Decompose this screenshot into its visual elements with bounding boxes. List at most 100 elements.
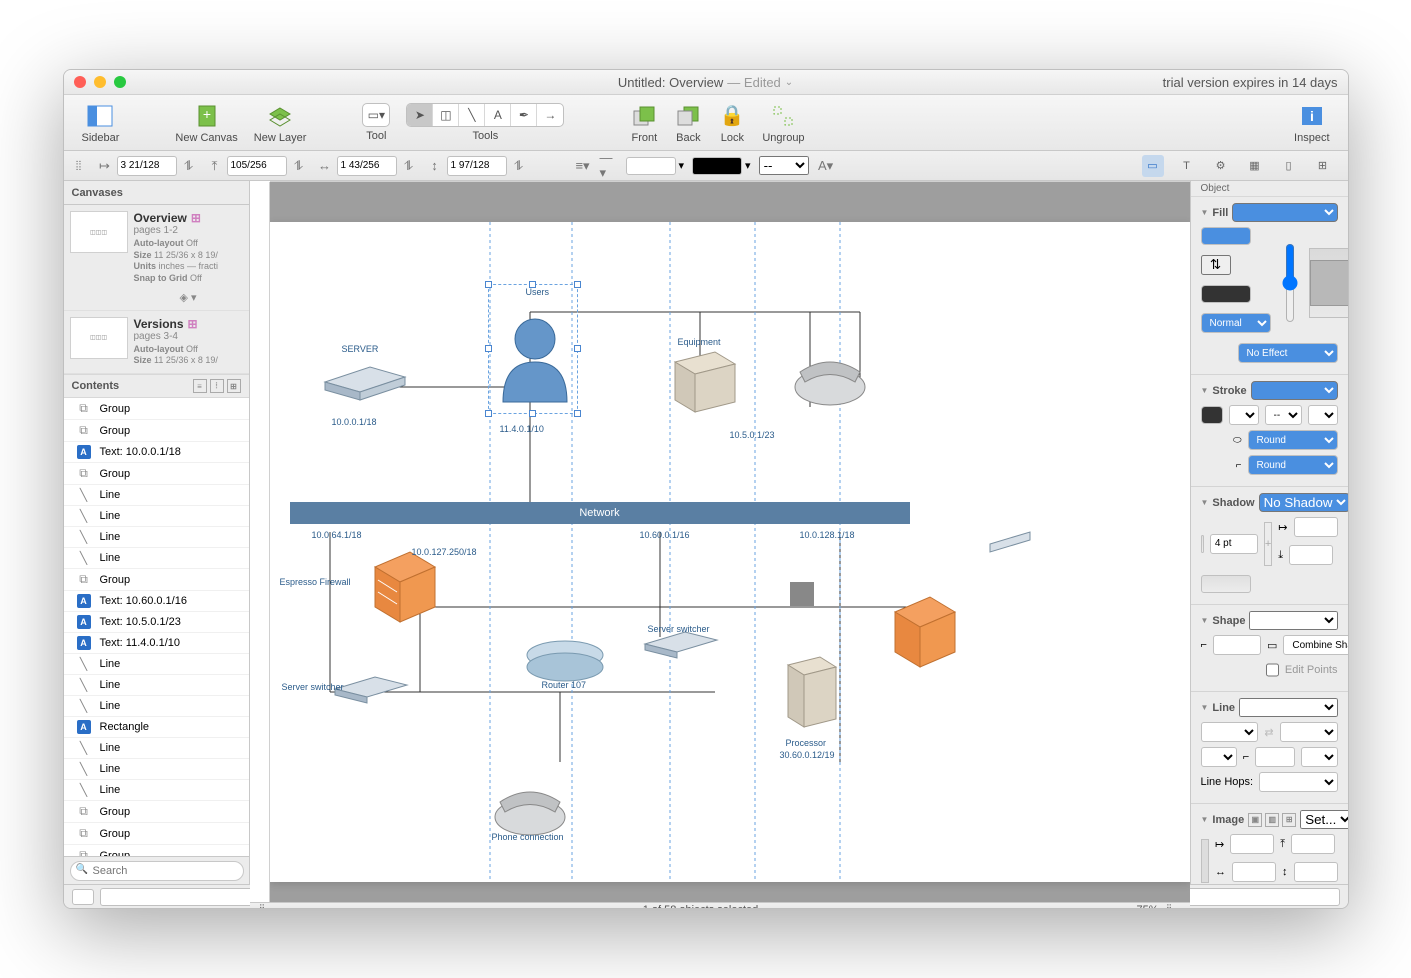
stroke-dash-select[interactable]: -- bbox=[1265, 405, 1302, 425]
canvas-item[interactable]: ◫◫◫ Versions ⊞pages 3-4 Auto-layout OffS… bbox=[64, 311, 249, 374]
line-end[interactable] bbox=[1280, 722, 1338, 742]
contents-item[interactable]: ╲Line bbox=[64, 506, 249, 527]
swap-colors-button[interactable]: ⇅ bbox=[1201, 255, 1231, 275]
properties-tab[interactable]: ⚙ bbox=[1210, 155, 1232, 177]
fill-type-select[interactable] bbox=[1232, 203, 1337, 222]
doc-tab[interactable]: ▯ bbox=[1278, 155, 1300, 177]
search-input[interactable] bbox=[70, 861, 244, 881]
shadow-blur-input[interactable] bbox=[1210, 534, 1258, 554]
contents-item[interactable]: AText: 11.4.0.1/10 bbox=[64, 633, 249, 654]
new-layer-button[interactable]: New Layer bbox=[254, 102, 307, 144]
w-input[interactable] bbox=[337, 156, 397, 176]
shadow-opacity[interactable] bbox=[1201, 575, 1251, 593]
shape-tool[interactable]: ◫ bbox=[433, 104, 459, 126]
y-input[interactable] bbox=[227, 156, 287, 176]
contents-list[interactable]: ⧉Group⧉GroupAText: 10.0.0.1/18⧉Group╲Lin… bbox=[64, 398, 249, 856]
img-x[interactable] bbox=[1230, 834, 1274, 854]
line-curve[interactable] bbox=[1255, 747, 1295, 767]
contents-item[interactable]: ╲Line bbox=[64, 548, 249, 569]
edit-points-check[interactable] bbox=[1266, 660, 1279, 680]
contents-item[interactable]: ⧉Group bbox=[64, 420, 249, 442]
contents-item[interactable]: ⧉Group bbox=[64, 845, 249, 856]
line-dash-icon[interactable]: —▾ bbox=[600, 157, 618, 175]
footer-well[interactable] bbox=[72, 889, 94, 905]
grid-tab[interactable]: ⊞ bbox=[1312, 155, 1334, 177]
contents-item[interactable]: ╲Line bbox=[64, 527, 249, 548]
front-button[interactable]: Front bbox=[630, 102, 658, 144]
image-well[interactable] bbox=[1201, 839, 1210, 883]
contents-item[interactable]: ╲Line bbox=[64, 696, 249, 717]
contents-item[interactable]: ⧉Group bbox=[64, 463, 249, 485]
img-stretch-icon[interactable]: ▥ bbox=[1265, 813, 1279, 827]
line-start[interactable] bbox=[1201, 722, 1259, 742]
contents-item[interactable]: ⧉Group bbox=[64, 398, 249, 420]
line-arrow-end[interactable] bbox=[1301, 747, 1337, 767]
x-input[interactable] bbox=[117, 156, 177, 176]
contents-item[interactable]: ╲Line bbox=[64, 738, 249, 759]
line-hops-select[interactable] bbox=[1259, 772, 1337, 792]
shadow-mode-select[interactable]: No Shadow bbox=[1259, 493, 1348, 512]
contents-item[interactable]: ╲Line bbox=[64, 654, 249, 675]
pointer-tool[interactable]: ➤ bbox=[407, 104, 433, 126]
stroke-width-select[interactable]: ≡ bbox=[1229, 405, 1259, 425]
fill-color-1[interactable] bbox=[1201, 227, 1251, 245]
effect-select[interactable]: No Effect bbox=[1238, 343, 1338, 363]
shadow-y[interactable] bbox=[1289, 545, 1333, 565]
canvas-page[interactable]: Network SERVER 10.0.0.1/18 Users 11.4.0.… bbox=[270, 222, 1190, 882]
selection-handles[interactable] bbox=[488, 284, 578, 414]
pen-tool[interactable]: ✒ bbox=[511, 104, 537, 126]
shadow-x[interactable] bbox=[1294, 517, 1338, 537]
stroke-color[interactable] bbox=[1201, 406, 1223, 424]
text-tool[interactable]: A bbox=[485, 104, 511, 126]
line-arrow-start[interactable] bbox=[1201, 747, 1237, 767]
contents-item[interactable]: ARectangle bbox=[64, 717, 249, 738]
contents-item[interactable]: ╲Line bbox=[64, 759, 249, 780]
new-canvas-button[interactable]: + New Canvas bbox=[175, 102, 237, 144]
zoom-icon[interactable] bbox=[114, 76, 126, 88]
shape-preset[interactable] bbox=[1249, 611, 1337, 630]
blend-select[interactable]: Normal bbox=[1201, 313, 1271, 333]
expand-tool[interactable]: → bbox=[537, 104, 563, 126]
text-tab[interactable]: T bbox=[1176, 155, 1198, 177]
stroke-color-well[interactable] bbox=[626, 157, 676, 175]
corner-select[interactable]: Round bbox=[1248, 455, 1338, 475]
shadow-offset-preview[interactable]: + bbox=[1264, 522, 1272, 566]
close-icon[interactable] bbox=[74, 76, 86, 88]
contents-item[interactable]: ╲Line bbox=[64, 675, 249, 696]
contents-item[interactable]: ⧉Group bbox=[64, 823, 249, 845]
back-button[interactable]: Back bbox=[674, 102, 702, 144]
minimize-icon[interactable] bbox=[94, 76, 106, 88]
chevron-down-icon[interactable]: ⌄ bbox=[785, 77, 793, 88]
dash-select[interactable]: -- bbox=[759, 156, 809, 175]
contents-item[interactable]: AText: 10.0.0.1/18 bbox=[64, 442, 249, 463]
shape-radius[interactable] bbox=[1213, 635, 1261, 655]
img-natural-icon[interactable]: ▣ bbox=[1248, 813, 1262, 827]
contents-item[interactable]: ╲Line bbox=[64, 485, 249, 506]
img-y[interactable] bbox=[1291, 834, 1335, 854]
contents-item[interactable]: ⧉Group bbox=[64, 569, 249, 591]
stroke-preset-select[interactable] bbox=[1251, 381, 1338, 400]
line-tool[interactable]: ╲ bbox=[459, 104, 485, 126]
fill-slider[interactable] bbox=[1277, 243, 1303, 323]
object-tab[interactable]: ▭ bbox=[1142, 155, 1164, 177]
fill-color-2[interactable] bbox=[1201, 285, 1251, 303]
img-tile-icon[interactable]: ⊞ bbox=[1282, 813, 1296, 827]
contents-item[interactable]: ⧉Group bbox=[64, 801, 249, 823]
stroke-style-icon[interactable]: ≡▾ bbox=[574, 157, 592, 175]
contents-item[interactable]: AText: 10.5.0.1/23 bbox=[64, 612, 249, 633]
fill-color-well[interactable] bbox=[692, 157, 742, 175]
ungroup-button[interactable]: Ungroup bbox=[762, 102, 804, 144]
contents-item[interactable]: AText: 10.60.0.1/16 bbox=[64, 591, 249, 612]
h-input[interactable] bbox=[447, 156, 507, 176]
lock-button[interactable]: 🔒Lock bbox=[718, 102, 746, 144]
stroke-thick-select[interactable] bbox=[1308, 405, 1338, 425]
img-w[interactable] bbox=[1232, 862, 1276, 882]
img-h[interactable] bbox=[1294, 862, 1338, 882]
zoom-level[interactable]: 75% bbox=[1137, 904, 1159, 910]
inspect-button[interactable]: iInspect bbox=[1294, 102, 1329, 144]
image-set-select[interactable]: Set... bbox=[1300, 810, 1347, 829]
canvas-viewport[interactable]: Network SERVER 10.0.0.1/18 Users 11.4.0.… bbox=[270, 182, 1190, 902]
shadow-color[interactable] bbox=[1201, 535, 1204, 553]
combine-select[interactable]: Combine Shapes bbox=[1283, 635, 1347, 655]
network-bar[interactable]: Network bbox=[290, 502, 910, 524]
